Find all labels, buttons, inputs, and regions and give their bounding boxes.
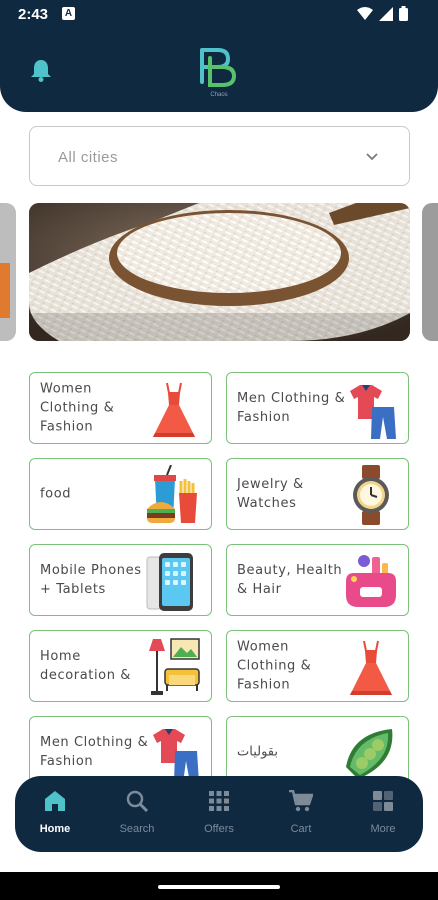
nav-label: Offers xyxy=(204,823,234,835)
peas-icon xyxy=(346,729,393,779)
status-time: 2:43 xyxy=(18,6,49,23)
nav-label: More xyxy=(370,823,396,835)
app-logo: Chaos xyxy=(196,42,242,103)
category-label: بقوليات xyxy=(237,744,278,760)
category-card[interactable]: Men Clothing & Fashion xyxy=(226,372,409,444)
category-card[interactable]: Mobile Phones + Tablets xyxy=(29,544,212,616)
cart-icon xyxy=(289,789,314,812)
nav-search[interactable]: Search xyxy=(102,790,172,835)
grid-icon xyxy=(209,791,229,811)
nav-label: Home xyxy=(39,823,71,835)
signal-icon xyxy=(379,6,393,21)
category-label: Mobile Phones + Tablets xyxy=(40,563,142,597)
nav-label: Cart xyxy=(290,823,312,835)
nav-home[interactable]: Home xyxy=(20,790,90,835)
fast-food-icon xyxy=(147,465,197,523)
banner-next-peek[interactable] xyxy=(422,203,438,341)
shirt-pants-icon xyxy=(350,385,396,439)
dress-icon xyxy=(153,382,195,437)
cosmetics-icon xyxy=(346,555,396,607)
search-icon xyxy=(126,790,149,813)
nav-cart[interactable]: Cart xyxy=(266,789,336,835)
category-label: Jewelry & Watches xyxy=(237,477,304,511)
status-icons xyxy=(357,6,408,21)
chevron-down-icon xyxy=(365,149,379,167)
home-indicator[interactable] xyxy=(158,885,280,889)
bottom-nav: Home Search Offers Cart More xyxy=(15,776,423,852)
a-icon: A xyxy=(62,7,75,20)
home-decor-icon xyxy=(149,638,200,695)
nav-offers[interactable]: Offers xyxy=(184,790,254,835)
system-nav-bar xyxy=(0,872,438,900)
smartphone-icon xyxy=(146,553,193,611)
category-card[interactable]: food xyxy=(29,458,212,530)
category-label: Home decoration & xyxy=(40,649,132,683)
banner-image[interactable] xyxy=(29,203,410,341)
category-card[interactable]: Beauty, Health & Hair xyxy=(226,544,409,616)
nav-more[interactable]: More xyxy=(348,790,418,835)
category-card[interactable]: Women Clothing & Fashion xyxy=(226,630,409,702)
home-icon xyxy=(45,791,65,811)
watch-icon xyxy=(353,465,389,525)
category-label: Women Clothing & Fashion xyxy=(40,381,115,435)
category-label: Men Clothing & Fashion xyxy=(40,735,149,769)
category-card[interactable]: Women Clothing & Fashion xyxy=(29,372,212,444)
logo-text: Chaos xyxy=(210,92,227,98)
category-label: Beauty, Health & Hair xyxy=(237,563,343,597)
shirt-pants-icon xyxy=(153,729,199,783)
city-select[interactable]: All cities xyxy=(29,126,410,186)
bell-icon[interactable] xyxy=(30,58,52,87)
app-header: Chaos xyxy=(0,28,438,112)
battery-icon xyxy=(399,6,408,21)
status-bar: 2:43 A xyxy=(0,0,438,28)
category-label: food xyxy=(40,486,72,502)
nav-label: Search xyxy=(119,823,155,835)
category-card[interactable]: Jewelry & Watches xyxy=(226,458,409,530)
wifi-icon xyxy=(357,6,373,20)
category-card[interactable]: Home decoration & xyxy=(29,630,212,702)
more-icon xyxy=(373,791,393,811)
dress-icon xyxy=(350,640,392,695)
banner-prev-peek[interactable] xyxy=(0,203,16,341)
city-select-value: All cities xyxy=(58,149,119,166)
category-label: Women Clothing & Fashion xyxy=(237,639,312,693)
category-label: Men Clothing & Fashion xyxy=(237,391,346,425)
